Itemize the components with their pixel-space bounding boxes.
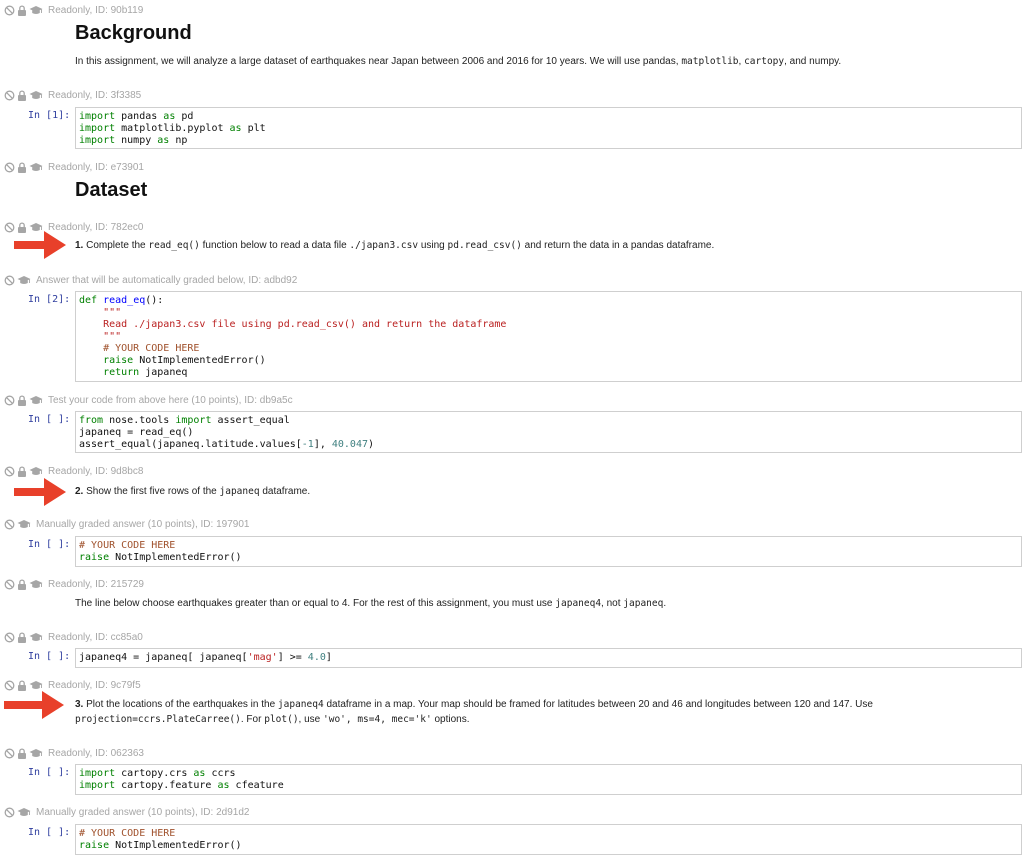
code-cell-cartopy-imports[interactable]: import cartopy.crs as ccrs import cartop…: [75, 764, 1022, 795]
lock-icon: [17, 747, 27, 759]
red-arrow-icon: [14, 478, 66, 506]
cell-prompt: In [ ]:: [28, 827, 71, 838]
no-edit-icon: [4, 632, 15, 643]
cell-prompt: In [ ]:: [28, 767, 71, 778]
cell-metadata: Readonly, ID: e73901: [4, 160, 144, 174]
cell-metadata: Manually graded answer (10 points), ID: …: [4, 805, 249, 819]
no-edit-icon: [4, 579, 15, 590]
lock-icon: [17, 4, 27, 16]
lock-icon: [17, 394, 27, 406]
cell-metadata: Readonly, ID: cc85a0: [4, 630, 143, 644]
cell-metadata: Readonly, ID: 062363: [4, 746, 144, 760]
cell-metadata: Answer that will be automatically graded…: [4, 273, 297, 287]
cell-prompt: In [ ]:: [28, 414, 71, 425]
graduation-cap-icon: [29, 90, 43, 101]
no-edit-icon: [4, 519, 15, 530]
graduation-cap-icon: [29, 395, 43, 406]
cell-prompt: In [1]:: [28, 110, 71, 121]
no-edit-icon: [4, 90, 15, 101]
graduation-cap-icon: [29, 466, 43, 477]
cell-metadata: Readonly, ID: 90b119: [4, 3, 143, 17]
graduation-cap-icon: [17, 275, 31, 286]
graduation-cap-icon: [17, 807, 31, 818]
no-edit-icon: [4, 466, 15, 477]
heading-background: Background: [75, 22, 192, 44]
no-edit-icon: [4, 5, 15, 16]
cell-prompt: In [ ]:: [28, 651, 71, 662]
markdown-intro: In this assignment, we will analyze a la…: [75, 56, 842, 67]
lock-icon: [17, 161, 27, 173]
code-cell-test[interactable]: from nose.tools import assert_equal japa…: [75, 411, 1022, 453]
cell-metadata: Manually graded answer (10 points), ID: …: [4, 517, 249, 531]
markdown-filter-note: The line below choose earthquakes greate…: [75, 598, 667, 609]
lock-icon: [17, 578, 27, 590]
cell-prompt: In [ ]:: [28, 539, 71, 550]
cell-metadata: Readonly, ID: 3f3385: [4, 88, 141, 102]
graduation-cap-icon: [29, 162, 43, 173]
code-cell-answer-3[interactable]: # YOUR CODE HERE raise NotImplementedErr…: [75, 824, 1022, 855]
lock-icon: [17, 89, 27, 101]
no-edit-icon: [4, 162, 15, 173]
graduation-cap-icon: [29, 680, 43, 691]
code-cell-filter[interactable]: japaneq4 = japaneq[ japaneq['mag'] >= 4.…: [75, 648, 1022, 668]
graduation-cap-icon: [29, 5, 43, 16]
graduation-cap-icon: [29, 632, 43, 643]
cell-prompt: In [2]:: [28, 294, 71, 305]
no-edit-icon: [4, 680, 15, 691]
cell-metadata: Readonly, ID: 9d8bc8: [4, 464, 143, 478]
lock-icon: [17, 631, 27, 643]
code-cell-read-eq[interactable]: def read_eq(): """ Read ./japan3.csv fil…: [75, 291, 1022, 382]
code-cell-answer-2[interactable]: # YOUR CODE HERE raise NotImplementedErr…: [75, 536, 1022, 567]
lock-icon: [17, 465, 27, 477]
no-edit-icon: [4, 395, 15, 406]
graduation-cap-icon: [29, 748, 43, 759]
red-arrow-icon: [4, 691, 64, 719]
no-edit-icon: [4, 748, 15, 759]
code-cell-imports[interactable]: import pandas as pd import matplotlib.py…: [75, 107, 1022, 149]
heading-dataset: Dataset: [75, 179, 148, 201]
question-2-text: 2. Show the first five rows of the japan…: [75, 486, 311, 497]
red-arrow-icon: [14, 231, 66, 259]
graduation-cap-icon: [29, 579, 43, 590]
no-edit-icon: [4, 275, 15, 286]
cell-metadata: Readonly, ID: 215729: [4, 577, 144, 591]
no-edit-icon: [4, 807, 15, 818]
cell-metadata: Test your code from above here (10 point…: [4, 393, 293, 407]
lock-icon: [17, 679, 27, 691]
graduation-cap-icon: [17, 519, 31, 530]
question-3-text: 3. Plot the locations of the earthquakes…: [75, 699, 873, 725]
question-1-text: 1. Complete the read_eq() function below…: [75, 240, 715, 251]
